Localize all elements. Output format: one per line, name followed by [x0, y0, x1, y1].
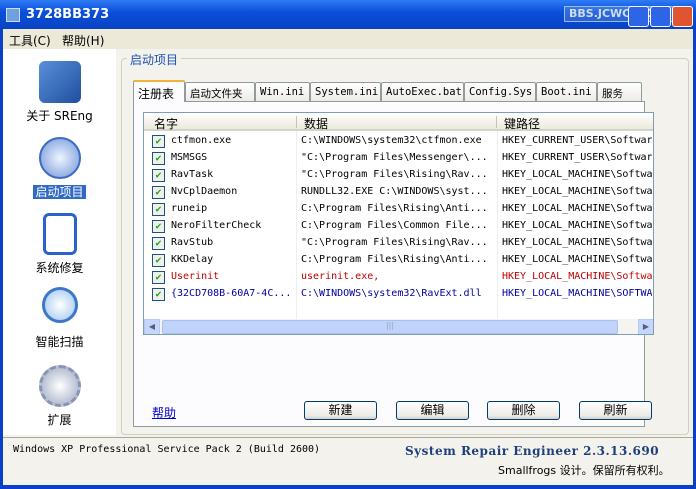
row-path: HKEY_LOCAL_MACHINE\Softwa [502, 203, 652, 214]
tab-config-sys[interactable]: Config.Sys [464, 82, 536, 101]
menu-bar: 工具(C) 帮助(H) [3, 29, 693, 49]
row-checkbox[interactable]: ✔ [152, 152, 165, 165]
row-checkbox[interactable]: ✔ [152, 186, 165, 199]
edit-button[interactable]: 编辑 [396, 401, 469, 420]
row-checkbox[interactable]: ✔ [152, 220, 165, 233]
row-path: HKEY_LOCAL_MACHINE\Softwa [502, 254, 652, 265]
table-row[interactable]: ✔ {32CD708B-60A7-4C... C:\WINDOWS\system… [144, 286, 653, 303]
help-link[interactable]: 帮助 [152, 404, 176, 421]
table-row[interactable]: ✔ RavTask "C:\Program Files\Rising\Rav..… [144, 167, 653, 184]
checklist-icon [42, 213, 77, 255]
row-checkbox[interactable]: ✔ [152, 169, 165, 182]
horizontal-scrollbar[interactable]: ◀ ||| ▶ [144, 319, 653, 334]
table-row[interactable]: ✔ NvCplDaemon RUNDLL32.EXE C:\WINDOWS\sy… [144, 184, 653, 201]
sidebar-item-repair[interactable]: 系统修复 [3, 213, 116, 276]
row-data: RUNDLL32.EXE C:\WINDOWS\syst... [301, 186, 488, 197]
sidebar-item-about[interactable]: 关于 SREng [3, 61, 116, 124]
row-path: HKEY_LOCAL_MACHINE\Softwa [502, 237, 652, 248]
row-name: Userinit [171, 271, 220, 282]
row-checkbox[interactable]: ✔ [152, 288, 165, 301]
table-row[interactable]: ✔ Userinit userinit.exe, HKEY_LOCAL_MACH… [144, 269, 653, 286]
row-name: MSMSGS [171, 152, 208, 163]
window-title: 3728BB373 [26, 7, 110, 22]
tab-services[interactable]: 服务 [597, 82, 642, 101]
tab-startup-folder[interactable]: 启动文件夹 [185, 82, 255, 101]
minimize-button[interactable] [628, 6, 649, 27]
row-path: HKEY_LOCAL_MACHINE\SOFTWA [502, 288, 652, 299]
app-icon [6, 8, 20, 22]
row-data: "C:\Program Files\Rising\Rav... [301, 169, 488, 180]
row-data: C:\WINDOWS\system32\RavExt.dll [301, 288, 482, 299]
tab-win-ini[interactable]: Win.ini [255, 82, 310, 101]
row-name: ctfmon.exe [171, 135, 232, 146]
table-row[interactable]: ✔ MSMSGS "C:\Program Files\Messenger\...… [144, 150, 653, 167]
clock-icon [38, 137, 81, 179]
row-path: HKEY_CURRENT_USER\Softwar [502, 135, 652, 146]
row-data: "C:\Program Files\Rising\Rav... [301, 237, 488, 248]
table-row[interactable]: ✔ KKDelay C:\Program Files\Rising\Anti..… [144, 252, 653, 269]
row-checkbox[interactable]: ✔ [152, 135, 165, 148]
table-row[interactable]: ✔ RavStub "C:\Program Files\Rising\Rav..… [144, 235, 653, 252]
close-button[interactable] [672, 6, 693, 27]
row-path: HKEY_CURRENT_USER\Softwar [502, 152, 652, 163]
tab-system-ini[interactable]: System.ini [310, 82, 381, 101]
row-path: HKEY_LOCAL_MACHINE\Softwa [502, 186, 652, 197]
table-row[interactable]: ✔ ctfmon.exe C:\WINDOWS\system32\ctfmon.… [144, 133, 653, 150]
list-header: 名字 数据 键路径 [144, 113, 653, 132]
row-name: RavTask [171, 169, 214, 180]
row-checkbox[interactable]: ✔ [152, 271, 165, 284]
refresh-button[interactable]: 刷新 [579, 401, 652, 420]
sidebar-item-scan[interactable]: 智能扫描 [3, 287, 116, 350]
row-checkbox[interactable]: ✔ [152, 203, 165, 216]
title-bar: 3728BB373 BBS.JCWCN.COM [0, 0, 696, 30]
tab-registry[interactable]: 注册表 [133, 80, 185, 102]
row-name: RavStub [171, 237, 214, 248]
sidebar-item-extend[interactable]: 扩展 [3, 365, 116, 428]
copyright: Smallfrogs 设计。保留所有权利。 [498, 464, 670, 477]
tab-boot-ini[interactable]: Boot.ini [536, 82, 597, 101]
row-path: HKEY_LOCAL_MACHINE\Softwa [502, 220, 652, 231]
menu-tools[interactable]: 工具(C) [9, 32, 51, 49]
delete-button[interactable]: 删除 [487, 401, 560, 420]
row-checkbox[interactable]: ✔ [152, 254, 165, 267]
os-info: Windows XP Professional Service Pack 2 (… [13, 444, 321, 455]
group-label: 启动项目 [127, 51, 182, 68]
row-name: KKDelay [171, 254, 214, 265]
tab-autoexec-bat[interactable]: AutoExec.bat [381, 82, 464, 101]
status-bar: Windows XP Professional Service Pack 2 (… [3, 437, 693, 485]
row-name: NeroFilterCheck [171, 220, 262, 231]
tools-icon [38, 61, 81, 103]
row-data: C:\Program Files\Rising\Anti... [301, 203, 488, 214]
row-checkbox[interactable]: ✔ [152, 237, 165, 250]
column-name[interactable]: 名字 [154, 115, 178, 132]
sidebar-item-startup[interactable]: 启动项目 [3, 137, 116, 200]
table-row[interactable]: ✔ NeroFilterCheck C:\Program Files\Commo… [144, 218, 653, 235]
row-data: userinit.exe, [301, 271, 380, 282]
row-path: HKEY_LOCAL_MACHINE\Softwa [502, 169, 652, 180]
column-path[interactable]: 键路径 [504, 115, 540, 132]
row-name: NvCplDaemon [171, 186, 238, 197]
scroll-thumb[interactable]: ||| [162, 320, 618, 334]
row-data: "C:\Program Files\Messenger\... [301, 152, 488, 163]
row-data: C:\WINDOWS\system32\ctfmon.exe [301, 135, 482, 146]
row-data: C:\Program Files\Common File... [301, 220, 488, 231]
row-data: C:\Program Files\Rising\Anti... [301, 254, 488, 265]
scroll-left-icon[interactable]: ◀ [144, 319, 160, 334]
gear-plus-icon [38, 365, 81, 407]
column-data[interactable]: 数据 [304, 115, 328, 132]
row-path: HKEY_LOCAL_MACHINE\Softwa [502, 271, 652, 282]
magnifier-icon [41, 287, 78, 323]
row-name: runeip [171, 203, 208, 214]
startup-list: 名字 数据 键路径 ✔ ctfmon.exe C:\WINDOWS\system… [143, 112, 654, 335]
product-name: System Repair Engineer 2.3.13.690 [405, 444, 660, 458]
row-name: {32CD708B-60A7-4C... [171, 288, 292, 299]
sidebar: 关于 SREng 启动项目 系统修复 智能扫描 扩展 [3, 49, 116, 435]
new-button[interactable]: 新建 [304, 401, 377, 420]
menu-help[interactable]: 帮助(H) [62, 32, 104, 49]
maximize-button[interactable] [650, 6, 671, 27]
table-row[interactable]: ✔ runeip C:\Program Files\Rising\Anti...… [144, 201, 653, 218]
scroll-right-icon[interactable]: ▶ [638, 319, 653, 334]
